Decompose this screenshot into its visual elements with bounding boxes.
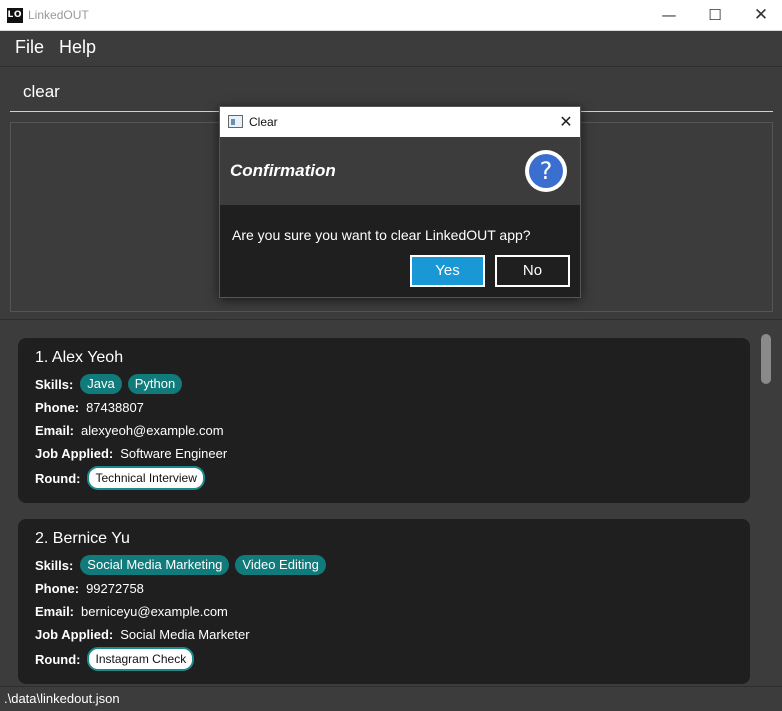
question-mark-glyph: ?: [529, 154, 563, 188]
dialog-message: Are you sure you want to clear LinkedOUT…: [232, 227, 531, 243]
menu-file[interactable]: File: [15, 37, 44, 58]
phone-row: Phone: 99272758: [35, 581, 144, 596]
status-bar: .\data\linkedout.json: [0, 686, 782, 711]
round-tag: Technical Interview: [87, 466, 205, 490]
applicant-card[interactable]: 2. Bernice Yu Skills: Social Media Marke…: [18, 519, 750, 684]
skill-tag: Social Media Marketing: [80, 555, 230, 575]
menu-bar: File Help: [0, 31, 782, 67]
email-label: Email:: [35, 604, 75, 619]
skill-tag: Python: [127, 374, 183, 394]
dialog-window-icon: [228, 115, 243, 128]
job-row: Job Applied: Social Media Marketer: [35, 627, 250, 642]
round-tag: Instagram Check: [87, 647, 195, 671]
job-label: Job Applied:: [35, 627, 114, 642]
yes-button[interactable]: Yes: [410, 255, 485, 287]
phone-value: 87438807: [86, 400, 144, 415]
phone-label: Phone:: [35, 581, 80, 596]
scrollbar-thumb[interactable]: [761, 334, 771, 384]
dialog-close-button[interactable]: ✕: [554, 110, 578, 134]
skill-tag: Java: [80, 374, 122, 394]
round-label: Round:: [35, 470, 81, 486]
window-title: LinkedOUT: [28, 8, 89, 22]
command-input-value: clear: [23, 82, 60, 101]
skills-label: Skills:: [35, 557, 74, 573]
minimize-button[interactable]: —: [646, 0, 692, 31]
email-row: Email: berniceyu@example.com: [35, 604, 228, 619]
skills-row: Skills: Java Python: [35, 374, 188, 394]
round-row: Round: Instagram Check: [35, 647, 195, 671]
phone-value: 99272758: [86, 581, 144, 596]
menu-help[interactable]: Help: [59, 37, 96, 58]
round-row: Round: Technical Interview: [35, 466, 205, 490]
email-label: Email:: [35, 423, 75, 438]
dialog-heading: Confirmation: [230, 161, 336, 180]
applicant-list[interactable]: 1. Alex Yeoh Skills: Java Python Phone: …: [0, 319, 782, 686]
email-value: berniceyu@example.com: [81, 604, 228, 619]
dialog-titlebar[interactable]: Clear ✕: [220, 107, 580, 137]
job-row: Job Applied: Software Engineer: [35, 446, 227, 461]
applicant-card[interactable]: 1. Alex Yeoh Skills: Java Python Phone: …: [18, 338, 750, 503]
skills-row: Skills: Social Media Marketing Video Edi…: [35, 555, 332, 575]
clear-confirmation-dialog: Clear ✕ Confirmation ? Are you sure you …: [219, 106, 581, 298]
email-value: alexyeoh@example.com: [81, 423, 224, 438]
question-icon: ?: [525, 150, 567, 192]
phone-label: Phone:: [35, 400, 80, 415]
job-value: Social Media Marketer: [120, 627, 250, 642]
maximize-button[interactable]: ☐: [692, 0, 738, 31]
save-file-path: .\data\linkedout.json: [4, 691, 120, 706]
phone-row: Phone: 87438807: [35, 400, 144, 415]
skill-tag: Video Editing: [235, 555, 326, 575]
dialog-title: Clear: [249, 115, 278, 129]
no-button[interactable]: No: [495, 255, 570, 287]
email-row: Email: alexyeoh@example.com: [35, 423, 224, 438]
window-titlebar[interactable]: LO LinkedOUT — ☐ ✕: [0, 0, 782, 31]
round-label: Round:: [35, 651, 81, 667]
job-value: Software Engineer: [120, 446, 228, 461]
applicant-name: 2. Bernice Yu: [35, 530, 130, 547]
applicant-name: 1. Alex Yeoh: [35, 349, 124, 366]
job-label: Job Applied:: [35, 446, 114, 461]
skills-label: Skills:: [35, 376, 74, 392]
close-window-button[interactable]: ✕: [738, 0, 782, 31]
dialog-header: Confirmation ?: [220, 137, 580, 205]
app-logo-icon: LO: [7, 8, 23, 23]
